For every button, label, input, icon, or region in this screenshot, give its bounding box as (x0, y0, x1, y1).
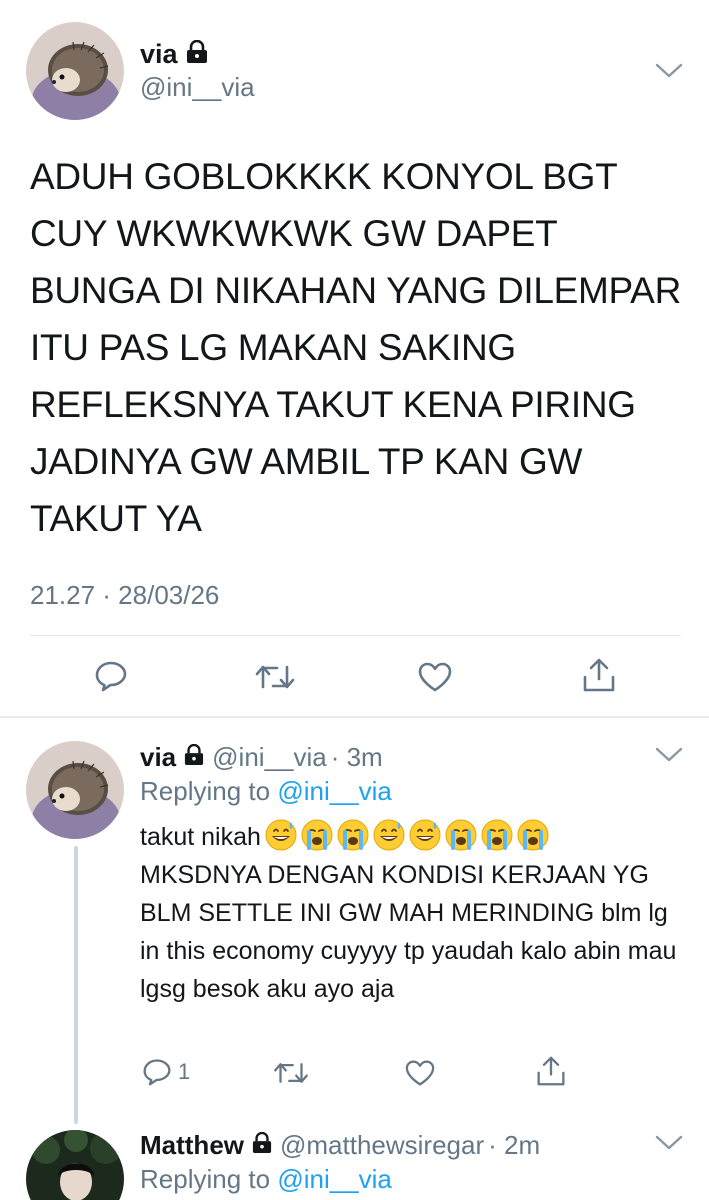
chevron-down-icon[interactable] (654, 58, 684, 82)
reply-header: Matthew @matthewsiregar · 2m (140, 1128, 540, 1162)
mention-link[interactable]: @ini__via (277, 776, 392, 806)
share-icon[interactable] (536, 1055, 566, 1087)
replying-to: Replying to @ini__via (140, 1164, 392, 1194)
loudly-crying-emoji-icon (337, 819, 369, 851)
reply-text-start: takut nikah (140, 823, 261, 851)
reply-icon[interactable] (142, 1057, 172, 1087)
reply-text: takut nikah MKSDNYA DENGAN KONDISI KERJA… (140, 818, 680, 1008)
tweet-text: ADUH GOBLOKKKK KONYOL BGT CUY WKWKWKWK G… (30, 156, 681, 539)
share-icon[interactable] (582, 657, 616, 693)
sweat-smile-emoji-icon (373, 819, 405, 851)
lock-icon (252, 1130, 272, 1161)
chevron-down-icon[interactable] (654, 742, 684, 766)
avatar[interactable] (26, 1130, 124, 1200)
reply-button[interactable]: 1 (142, 1057, 190, 1087)
mention-link[interactable]: @ini__via (277, 1164, 392, 1194)
thread-line (74, 846, 78, 1124)
avatar[interactable] (26, 741, 124, 839)
lock-icon (186, 39, 208, 69)
tweet-timestamp[interactable]: 21.27 · 28/03/26 (30, 580, 219, 611)
emoji-row (265, 819, 549, 851)
loudly-crying-emoji-icon (445, 819, 477, 851)
thread-divider (0, 716, 709, 718)
reply-count: 1 (178, 1059, 191, 1084)
replying-to: Replying to @ini__via (140, 776, 392, 806)
sweat-smile-emoji-icon (409, 819, 441, 851)
sweat-smile-emoji-icon (265, 819, 297, 851)
loudly-crying-emoji-icon (301, 819, 333, 851)
author-name[interactable]: via (140, 39, 178, 70)
author-handle[interactable]: @ini__via (212, 742, 327, 773)
avatar[interactable] (26, 22, 124, 120)
retweet-icon[interactable] (254, 661, 296, 693)
loudly-crying-emoji-icon (517, 819, 549, 851)
author-name[interactable]: via (140, 742, 176, 773)
author-row: via (140, 36, 208, 72)
reply-icon[interactable] (94, 659, 128, 693)
author-handle[interactable]: @matthewsiregar (280, 1130, 484, 1161)
loudly-crying-emoji-icon (481, 819, 513, 851)
author-handle[interactable]: @ini__via (140, 72, 255, 103)
retweet-icon[interactable] (272, 1059, 310, 1087)
reply-text-body: MKSDNYA DENGAN KONDISI KERJAAN YG BLM SE… (140, 861, 677, 1003)
reply-time[interactable]: · 2m (488, 1130, 540, 1161)
author-name[interactable]: Matthew (140, 1130, 244, 1161)
like-icon[interactable] (417, 661, 453, 693)
like-icon[interactable] (404, 1059, 436, 1087)
reply-time[interactable]: · 3m (331, 742, 383, 773)
lock-icon (184, 742, 204, 773)
reply-header: via @ini__via · 3m (140, 740, 383, 774)
chevron-down-icon[interactable] (654, 1130, 684, 1154)
divider (30, 635, 681, 636)
